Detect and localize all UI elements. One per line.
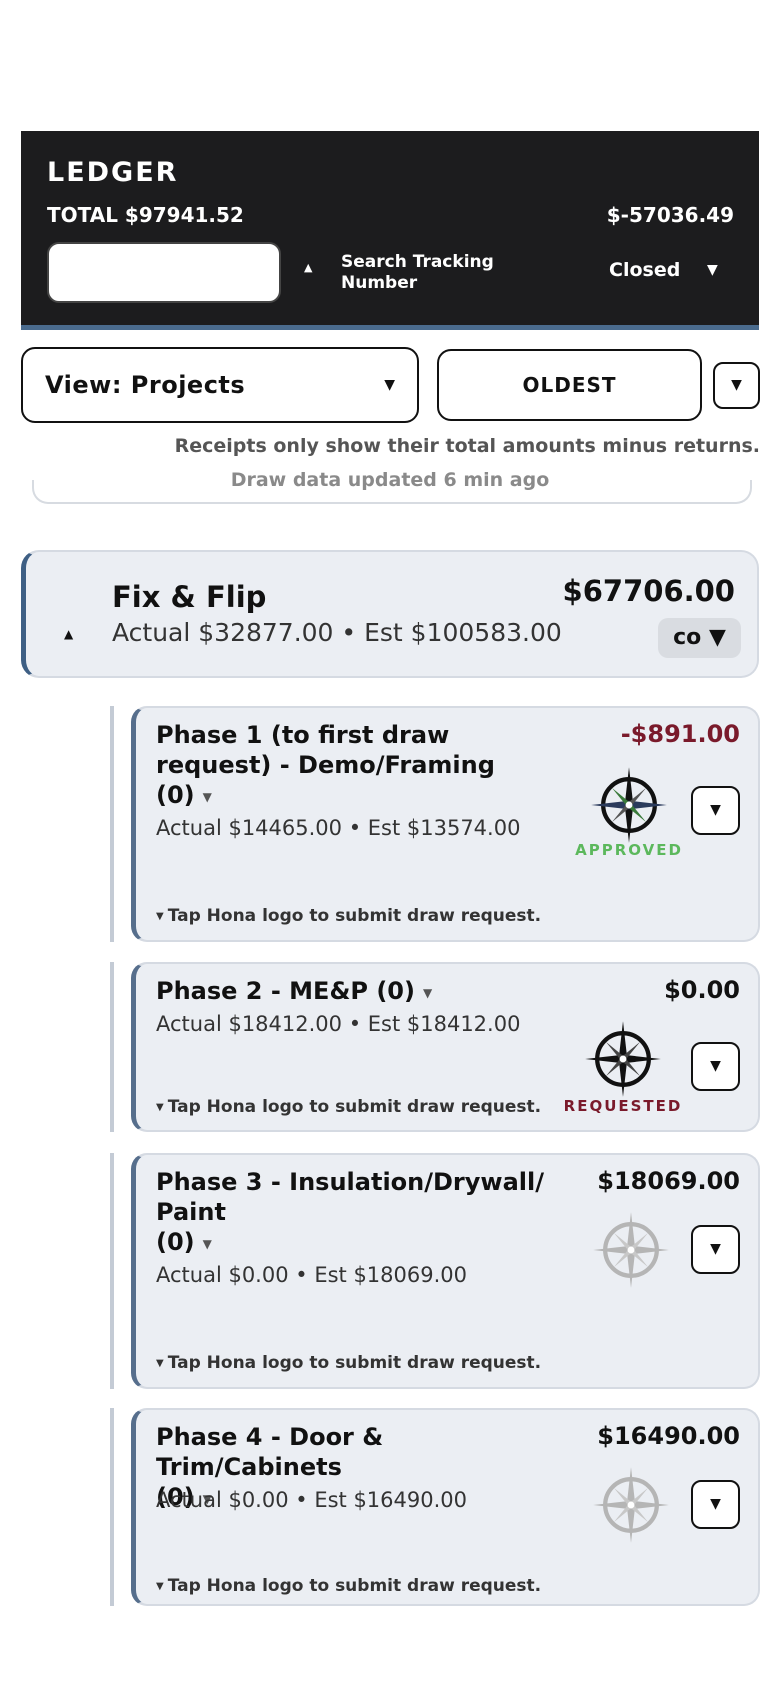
chevron-down-icon[interactable]: ▼ bbox=[203, 790, 212, 804]
compass-logo-icon[interactable] bbox=[588, 1462, 674, 1548]
total-amount: TOTAL $97941.52 bbox=[47, 203, 244, 227]
phase-title: Phase 1 (to first draw request) - Demo/F… bbox=[156, 720, 566, 812]
chevron-down-icon: ▼ bbox=[156, 911, 164, 922]
phase-summary: Actual $18412.00 • Est $18412.00 bbox=[156, 1012, 521, 1036]
requested-status: REQUESTED bbox=[563, 1097, 683, 1115]
ledger-header: LEDGER TOTAL $97941.52 $-57036.49 ▲ Sear… bbox=[21, 131, 759, 330]
phase-rail bbox=[110, 1408, 114, 1606]
project-summary: Actual $32877.00 • Est $100583.00 bbox=[112, 618, 562, 647]
phase-rail bbox=[110, 962, 114, 1132]
phase-card[interactable]: Phase 2 - ME&P (0) ▼ Actual $18412.00 • E… bbox=[131, 962, 760, 1132]
phase-title-text: Phase 3 - Insulation/Drywall/ Paint bbox=[156, 1168, 544, 1226]
compass-logo-icon[interactable] bbox=[580, 1016, 666, 1102]
phase-summary: Actual $0.00 • Est $16490.00 bbox=[156, 1488, 468, 1512]
chevron-down-icon[interactable]: ▼ bbox=[203, 1237, 212, 1251]
phase-title-text: Phase 2 - ME&P bbox=[156, 977, 368, 1005]
status-select[interactable]: Closed bbox=[609, 259, 680, 281]
compass-logo-icon[interactable] bbox=[588, 1207, 674, 1293]
chevron-down-icon: ▼ bbox=[156, 1358, 164, 1369]
phase-amount: -$891.00 bbox=[620, 720, 740, 748]
phase-hint-text: Tap Hona logo to submit draw request. bbox=[167, 906, 542, 926]
compass-logo-icon[interactable] bbox=[586, 762, 672, 848]
phase-hint-text: Tap Hona logo to submit draw request. bbox=[167, 1097, 542, 1117]
phase-title: Phase 3 - Insulation/Drywall/ Paint (0) ▼ bbox=[156, 1167, 566, 1259]
app-title: LEDGER bbox=[47, 157, 179, 188]
project-amount: $67706.00 bbox=[562, 574, 735, 608]
phase-title: Phase 2 - ME&P (0) ▼ bbox=[156, 976, 566, 1008]
approved-status: APPROVED bbox=[575, 841, 683, 859]
phase-hint-text: Tap Hona logo to submit draw request. bbox=[167, 1353, 542, 1373]
phase-expand-button[interactable]: ▼ bbox=[691, 786, 740, 835]
phase-count: (0) bbox=[376, 977, 415, 1005]
phase-hint: ▼ Tap Hona logo to submit draw request. bbox=[156, 1576, 541, 1596]
phase-amount: $18069.00 bbox=[597, 1167, 740, 1195]
phase-expand-button[interactable]: ▼ bbox=[691, 1225, 740, 1274]
project-card[interactable]: ▲ Fix & Flip Actual $32877.00 • Est $100… bbox=[21, 550, 759, 678]
phase-count: (0) bbox=[156, 1228, 195, 1256]
chevron-down-icon: ▼ bbox=[384, 377, 395, 393]
balance-amount: $-57036.49 bbox=[606, 203, 734, 227]
co-badge[interactable]: co ▼ bbox=[658, 618, 741, 658]
chevron-down-icon[interactable]: ▼ bbox=[707, 262, 718, 278]
phase-summary: Actual $14465.00 • Est $13574.00 bbox=[156, 816, 521, 840]
phase-hint: ▼ Tap Hona logo to submit draw request. bbox=[156, 1353, 541, 1373]
view-select[interactable]: View: Projects ▼ bbox=[21, 347, 419, 423]
phase-title-text: Phase 4 - Door & Trim/Cabinets bbox=[156, 1423, 384, 1481]
chevron-down-icon: ▼ bbox=[156, 1102, 164, 1113]
phase-summary: Actual $0.00 • Est $18069.00 bbox=[156, 1263, 468, 1287]
phase-amount: $16490.00 bbox=[597, 1422, 740, 1450]
receipts-notice: Receipts only show their total amounts m… bbox=[174, 435, 760, 457]
phase-hint: ▼ Tap Hona logo to submit draw request. bbox=[156, 1097, 541, 1117]
chevron-down-icon[interactable]: ▼ bbox=[423, 986, 432, 1000]
phase-hint-text: Tap Hona logo to submit draw request. bbox=[167, 1576, 542, 1596]
phase-amount: $0.00 bbox=[664, 976, 740, 1004]
tracking-search-input[interactable] bbox=[47, 242, 281, 303]
collapse-icon[interactable]: ▲ bbox=[64, 627, 73, 641]
phase-title-text: Phase 1 (to first draw request) - Demo/F… bbox=[156, 721, 495, 779]
phase-rail bbox=[110, 706, 114, 942]
phase-card[interactable]: Phase 1 (to first draw request) - Demo/F… bbox=[131, 706, 760, 942]
project-name: Fix & Flip bbox=[112, 580, 267, 614]
phase-hint: ▼ Tap Hona logo to submit draw request. bbox=[156, 906, 541, 926]
phase-count: (0) bbox=[156, 781, 195, 809]
phase-rail bbox=[110, 1153, 114, 1389]
previous-card-edge bbox=[32, 480, 752, 504]
chevron-down-icon: ▼ bbox=[156, 1581, 164, 1592]
sort-direction-button[interactable]: ▼ bbox=[713, 362, 760, 409]
sort-arrow-icon[interactable]: ▲ bbox=[304, 261, 312, 274]
phase-expand-button[interactable]: ▼ bbox=[691, 1480, 740, 1529]
phase-card[interactable]: Phase 4 - Door & Trim/Cabinets (0) ▼ Actu… bbox=[131, 1408, 760, 1606]
search-label: Search Tracking Number bbox=[341, 252, 494, 293]
sort-order-button[interactable]: OLDEST bbox=[437, 349, 702, 421]
phase-card[interactable]: Phase 3 - Insulation/Drywall/ Paint (0) ▼… bbox=[131, 1153, 760, 1389]
phase-expand-button[interactable]: ▼ bbox=[691, 1042, 740, 1091]
view-select-label: View: Projects bbox=[45, 371, 246, 399]
